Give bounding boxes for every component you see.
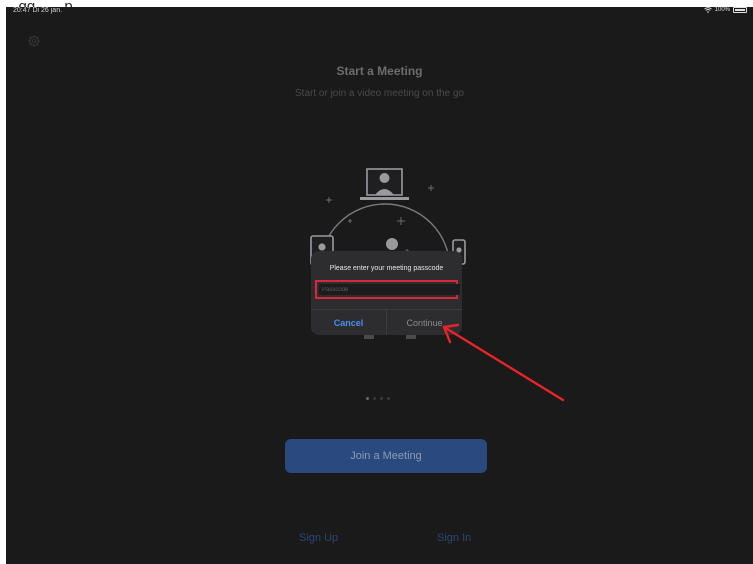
page-subtitle: Start or join a video meeting on the go [295, 88, 464, 99]
passcode-highlight [315, 280, 460, 299]
page-dot-active [366, 397, 369, 400]
page-dot [380, 397, 383, 400]
page-dot [387, 397, 390, 400]
page-indicator [366, 397, 390, 400]
app-screen: 20:47 Di 26 jan. 100% Start a Meeting St… [6, 7, 753, 564]
status-indicators: 100% [703, 7, 747, 13]
passcode-input[interactable] [319, 284, 460, 295]
status-time: 20:47 Di 26 jan. [13, 7, 63, 14]
join-meeting-button[interactable]: Join a Meeting [285, 439, 487, 473]
page-title: Start a Meeting [336, 64, 423, 78]
wifi-icon [703, 7, 712, 13]
page-dot [373, 397, 376, 400]
battery-icon [733, 7, 747, 13]
gear-icon[interactable] [27, 34, 41, 48]
sign-in-link[interactable]: Sign In [437, 532, 471, 544]
cancel-button[interactable]: Cancel [311, 310, 386, 335]
red-arrow-icon [442, 323, 565, 402]
sign-up-link[interactable]: Sign Up [299, 532, 338, 544]
battery-percent: 100% [714, 7, 730, 13]
dialog-title: Please enter your meeting passcode [329, 265, 444, 272]
